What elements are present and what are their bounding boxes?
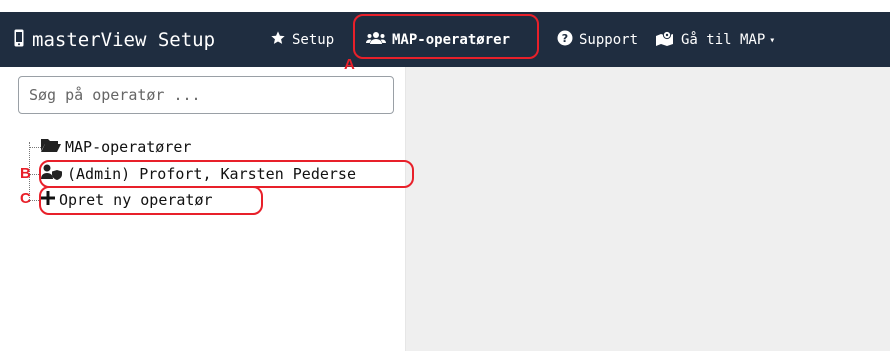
brand-title: masterView Setup bbox=[32, 29, 216, 51]
brand[interactable]: masterView Setup bbox=[14, 27, 215, 53]
tree-node-label: MAP-operatører bbox=[65, 138, 192, 156]
question-circle-icon: ? bbox=[557, 30, 573, 50]
nav-support-label: Support bbox=[579, 32, 639, 48]
annotation-box-c bbox=[39, 186, 263, 215]
nav-support[interactable]: ? Support bbox=[557, 28, 638, 52]
chevron-down-icon: ▾ bbox=[769, 34, 776, 46]
top-strip bbox=[0, 0, 890, 12]
mobile-phone-icon bbox=[14, 29, 24, 52]
main-content bbox=[406, 67, 890, 351]
star-icon bbox=[270, 30, 286, 50]
folder-open-icon bbox=[41, 138, 61, 156]
annotation-label-b: B bbox=[20, 165, 31, 182]
nav-ga-til-map[interactable]: Gå til MAP ▾ bbox=[655, 28, 775, 52]
svg-text:?: ? bbox=[562, 32, 568, 45]
nav-ga-til-map-label: Gå til MAP bbox=[681, 32, 766, 48]
nav-setup-label: Setup bbox=[292, 32, 335, 48]
tree-connector bbox=[29, 147, 41, 148]
annotation-box-b bbox=[39, 160, 414, 188]
tree-node-map-operatorer[interactable]: MAP-operatører bbox=[41, 136, 191, 158]
annotation-label-c: C bbox=[20, 190, 31, 207]
nav-setup[interactable]: Setup bbox=[270, 28, 334, 52]
annotation-label-a: A bbox=[344, 56, 355, 73]
search-input[interactable] bbox=[18, 76, 394, 114]
map-marked-icon bbox=[655, 30, 675, 50]
annotation-box-a bbox=[353, 14, 539, 59]
